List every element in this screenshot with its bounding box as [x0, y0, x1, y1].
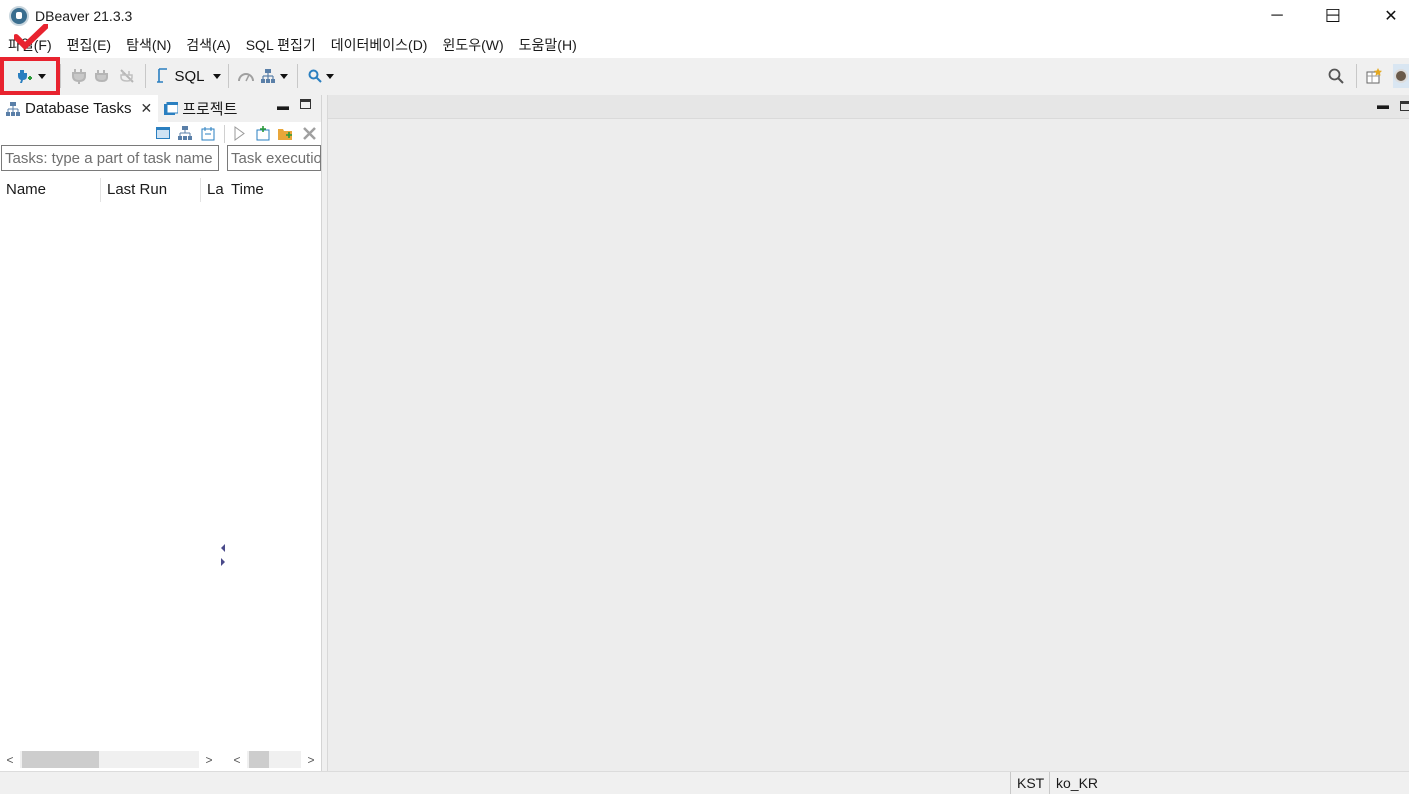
column-time[interactable]: Time [225, 178, 322, 202]
menu-bar: 파일(F) 편집(E) 탐색(N) 검색(A) SQL 편집기 데이터베이스(D… [0, 32, 1409, 58]
sql-script-icon [157, 68, 168, 83]
column-name[interactable]: Name [0, 178, 101, 202]
tab-projects[interactable]: 프로젝트 [158, 95, 243, 122]
database-tasks-panel: Database Tasks ✕ 프로젝트 ▬ Name Last Run La… [0, 95, 322, 771]
dbeaver-perspective-button[interactable] [1393, 64, 1409, 88]
task-name-filter-input[interactable] [1, 145, 219, 171]
sash-toggle-icon[interactable] [220, 543, 226, 567]
tab-database-tasks-label: Database Tasks [25, 100, 132, 117]
task-filters [0, 145, 322, 171]
maximize-window-button[interactable]: ☐ [1304, 0, 1362, 32]
speedometer-icon [238, 73, 254, 82]
search-dropdown-icon[interactable] [326, 73, 334, 79]
global-search-button[interactable] [1326, 64, 1346, 88]
connect-button[interactable] [67, 64, 91, 88]
magnifier-icon [308, 69, 322, 83]
task-table-header: Name Last Run La Time [0, 178, 322, 202]
panel-minimize-button[interactable]: ▬ [277, 99, 289, 113]
project-icon [164, 101, 179, 115]
scrollbar-track[interactable] [247, 751, 301, 768]
annotation-highlight-box [0, 57, 60, 95]
minimize-window-icon: ─ [1271, 7, 1283, 24]
tab-database-tasks[interactable]: Database Tasks ✕ [0, 95, 159, 122]
subtoolbar-separator [224, 125, 225, 143]
editor-maximize-button[interactable] [1400, 101, 1409, 111]
menu-sql-editor[interactable]: SQL 편집기 [246, 35, 316, 55]
tasks-subtoolbar [0, 122, 321, 146]
toolbar-separator [145, 64, 146, 88]
menu-database[interactable]: 데이터베이스(D) [331, 35, 428, 55]
perspective-icon [1366, 68, 1382, 84]
task-view-icon[interactable] [156, 126, 171, 141]
create-task-icon[interactable] [256, 126, 271, 141]
close-window-icon: ✕ [1384, 8, 1398, 25]
main-toolbar: SQL [0, 58, 1409, 94]
title-bar: DBeaver 21.3.3 ─ [0, 0, 1409, 32]
menu-help[interactable]: 도움말(H) [519, 35, 577, 55]
delete-task-icon[interactable] [302, 126, 317, 141]
task-group-icon[interactable] [178, 126, 193, 141]
annotation-checkmark-icon [14, 24, 48, 50]
editor-minimize-button[interactable]: ▬ [1377, 98, 1389, 112]
connect-plug-icon [72, 69, 86, 84]
column-last-run[interactable]: Last Run [101, 178, 201, 202]
menu-window[interactable]: 윈도우(W) [442, 35, 503, 55]
dbeaver-perspective-icon [1394, 69, 1408, 83]
scroll-left-icon[interactable]: < [0, 753, 20, 767]
execution-list-horizontal-scrollbar[interactable]: < > [227, 749, 321, 770]
sql-editor-dropdown[interactable] [208, 64, 222, 88]
create-folder-icon[interactable] [278, 126, 293, 141]
database-tasks-icon [6, 101, 20, 116]
minimize-window-button[interactable]: ─ [1248, 0, 1306, 32]
task-scheduler-icon[interactable] [201, 126, 216, 141]
open-perspective-button[interactable] [1364, 64, 1384, 88]
database-navigator-button[interactable] [257, 64, 291, 88]
status-bar: KST ko_KR [0, 771, 1409, 794]
sql-editor-button[interactable]: SQL [152, 64, 208, 88]
task-list-horizontal-scrollbar[interactable]: < > [0, 749, 219, 770]
status-locale: ko_KR [1049, 772, 1105, 794]
scrollbar-thumb[interactable] [249, 751, 269, 768]
tab-close-icon[interactable]: ✕ [140, 100, 152, 117]
toolbar-separator [60, 64, 61, 88]
transaction-mode-button[interactable] [235, 64, 257, 88]
status-timezone: KST [1010, 772, 1048, 794]
scrollbar-track[interactable] [20, 751, 199, 768]
close-window-button[interactable]: ✕ [1362, 0, 1409, 32]
sql-button-label: SQL [174, 67, 205, 85]
column-last-result[interactable]: La [201, 178, 225, 202]
disconnect-icon [120, 69, 134, 83]
database-tree-icon [261, 69, 275, 83]
scroll-right-icon[interactable]: > [199, 753, 219, 767]
window-title: DBeaver 21.3.3 [35, 8, 133, 24]
left-panel-tabs: Database Tasks ✕ 프로젝트 ▬ [0, 95, 321, 122]
disconnect-button[interactable] [115, 64, 139, 88]
editor-tab-strip: ▬ [328, 95, 1409, 119]
scroll-right-icon[interactable]: > [301, 753, 321, 767]
panel-maximize-button[interactable] [300, 99, 311, 109]
dbeaver-logo-icon [9, 6, 29, 26]
task-execution-filter-input[interactable] [227, 145, 321, 171]
run-task-icon[interactable] [232, 126, 247, 141]
toolbar-separator [228, 64, 229, 88]
scrollbar-thumb[interactable] [22, 751, 99, 768]
toolbar-separator [297, 64, 298, 88]
navigator-dropdown-icon[interactable] [280, 73, 288, 79]
menu-edit[interactable]: 편집(E) [67, 35, 111, 55]
menu-navigate[interactable]: 탐색(N) [126, 35, 171, 55]
tab-projects-label: 프로젝트 [182, 101, 238, 118]
scroll-left-icon[interactable]: < [227, 753, 247, 767]
editor-area: ▬ [327, 95, 1409, 771]
reconnect-icon [95, 70, 108, 83]
sql-dropdown-icon [213, 73, 221, 79]
maximize-window-icon: ☐ [1324, 5, 1342, 26]
menu-search[interactable]: 검색(A) [186, 35, 230, 55]
search-toolbar-button[interactable] [304, 64, 338, 88]
reconnect-button[interactable] [91, 64, 115, 88]
toolbar-separator [1356, 64, 1357, 88]
search-icon [1328, 68, 1344, 84]
